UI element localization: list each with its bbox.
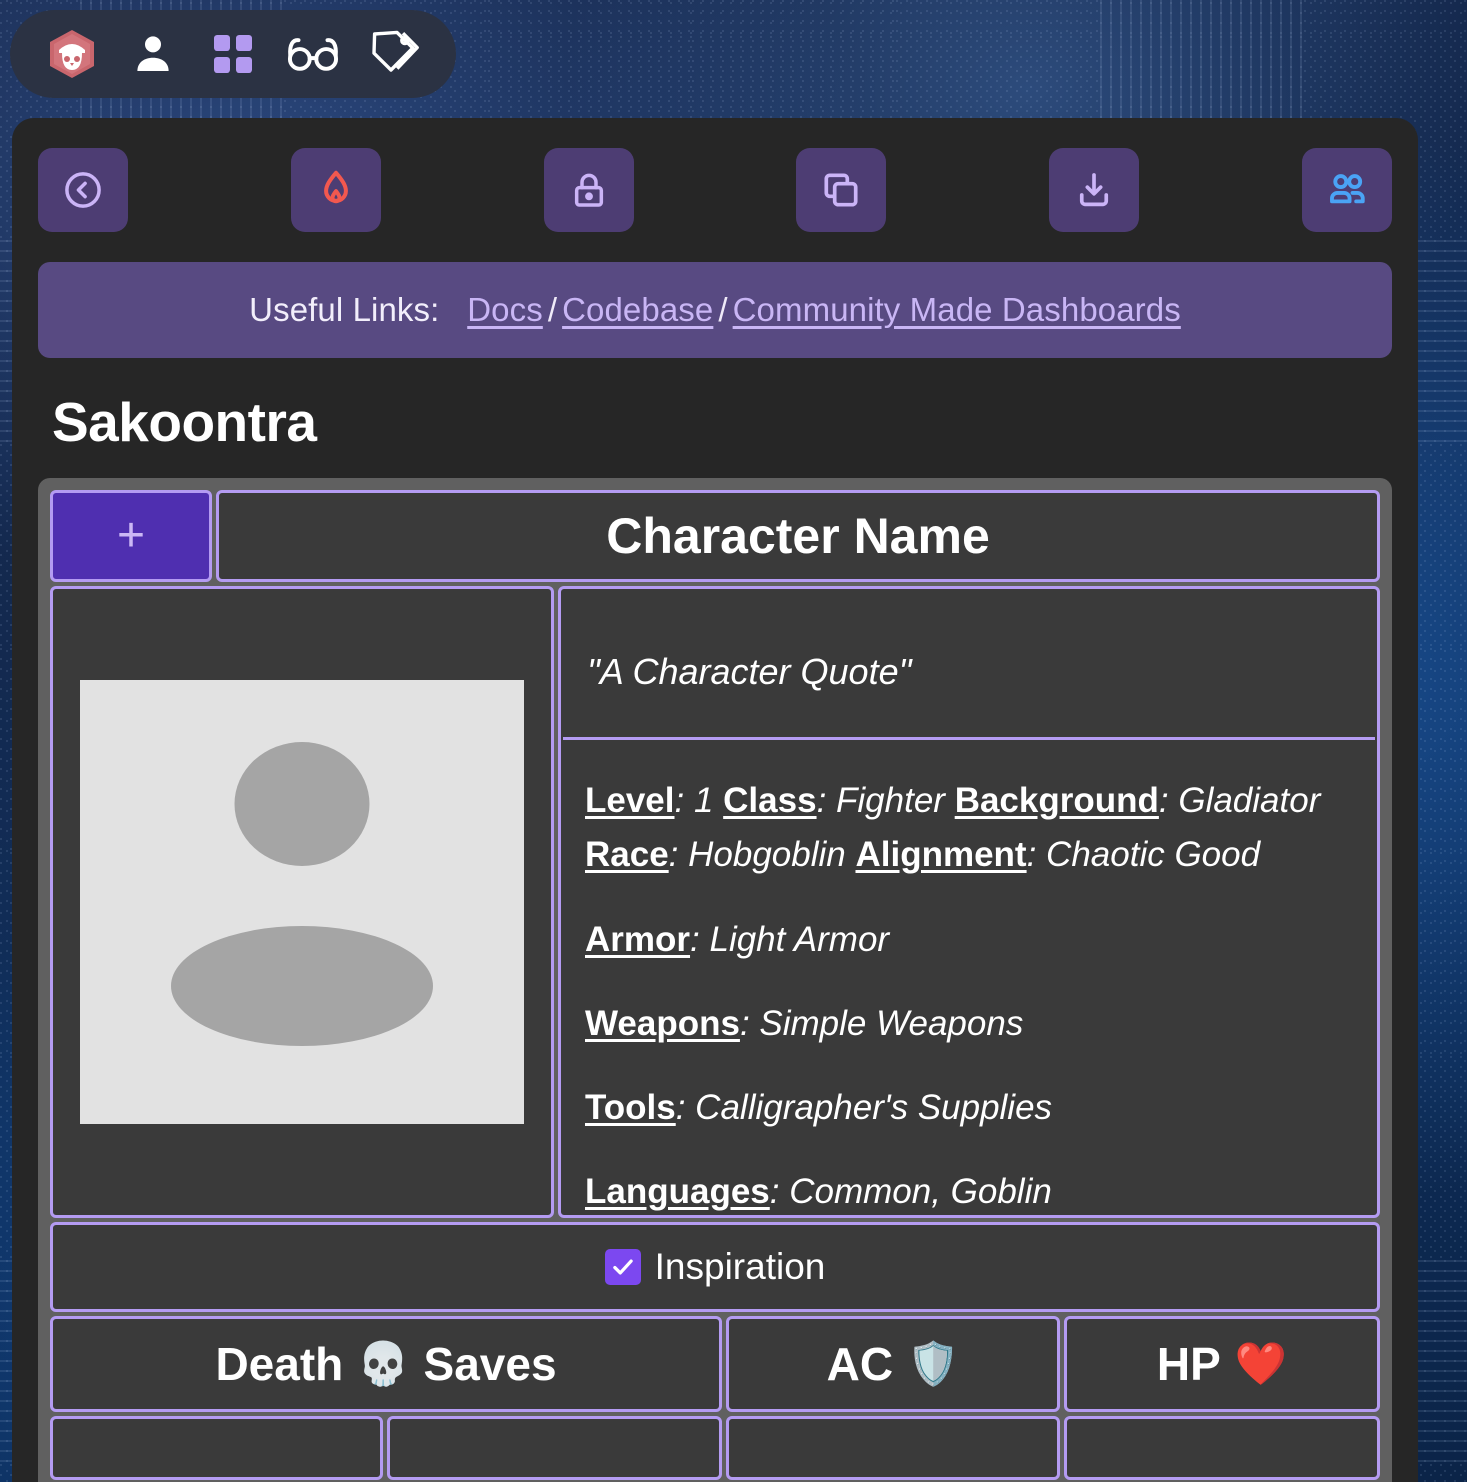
hp-value-field[interactable] xyxy=(1064,1416,1380,1480)
armor-class-header: AC 🛡️ xyxy=(726,1316,1060,1412)
stat-key: Armor xyxy=(585,919,691,959)
person-icon xyxy=(137,36,169,71)
stat-key: Background xyxy=(954,781,1159,820)
page-title: Sakoontra xyxy=(52,391,317,453)
useful-links-bar: Useful Links: Docs / Codebase / Community Ma… xyxy=(38,262,1392,358)
death-saves-header: Death 💀 Saves xyxy=(50,1316,722,1412)
useful-links-content: Useful Links: Docs / Codebase / Community Ma… xyxy=(249,291,1181,329)
inspiration-label: Inspiration xyxy=(654,1246,826,1287)
download-icon xyxy=(1080,173,1109,207)
stat-line: Weapons: Simple Weapons xyxy=(585,997,1377,1051)
stat-value: : Fighter xyxy=(816,781,945,820)
lock-button[interactable] xyxy=(543,148,634,232)
people-icon xyxy=(1330,174,1365,204)
glasses-icon xyxy=(288,38,339,71)
inspiration-checkbox[interactable] xyxy=(604,1249,641,1285)
stat-value: : Simple Weapons xyxy=(739,1003,1024,1043)
death-saves-suffix: Saves xyxy=(423,1338,557,1390)
character-details-cell: "A Character Quote" Level: 1 Class: Figh… xyxy=(558,586,1380,1218)
add-row-button[interactable]: + xyxy=(50,490,212,582)
sheet-body-row: "A Character Quote" Level: 1 Class: Figh… xyxy=(48,584,1382,1220)
sheet-header-row: + Character Name xyxy=(48,488,1382,584)
stat-line: Race: Hobgoblin Alignment: Chaotic Good xyxy=(585,828,1377,882)
stat-line: Armor: Light Armor xyxy=(585,913,1377,967)
shield-icon: 🛡️ xyxy=(907,1340,960,1387)
stat-key: Alignment xyxy=(855,835,1027,875)
heart-icon: ❤️ xyxy=(1234,1340,1288,1387)
link-community-dashboards[interactable]: Community Made Dashboards xyxy=(733,291,1181,328)
back-button[interactable] xyxy=(38,148,128,232)
nav-item-tags[interactable] xyxy=(354,18,434,90)
character-portrait-cell[interactable] xyxy=(50,586,554,1218)
death-save-failure-field[interactable] xyxy=(387,1416,722,1480)
stat-value: : Gladiator xyxy=(1158,781,1321,820)
link-separator-1: / xyxy=(547,291,558,328)
stat-line: Tools: Calligrapher's Supplies xyxy=(585,1081,1377,1135)
character-sheet-grid: + Character Name "A Character Quote" Lev… xyxy=(38,478,1392,1482)
stat-headers-row: Death 💀 Saves AC 🛡️ HP ❤️ xyxy=(48,1314,1382,1414)
fire-button[interactable] xyxy=(290,148,381,232)
app-toolbar xyxy=(12,118,1418,232)
link-docs[interactable]: Docs xyxy=(467,291,543,328)
ac-value-field[interactable] xyxy=(726,1416,1060,1480)
app-window: Useful Links: Docs / Codebase / Community Ma… xyxy=(12,118,1418,1482)
inspiration-cell: Inspiration xyxy=(50,1222,1380,1312)
inspiration-row: Inspiration xyxy=(48,1220,1382,1314)
stat-key: Class xyxy=(723,781,817,820)
stat-value: : Common, Goblin xyxy=(769,1172,1052,1212)
stat-line: Languages: Common, Goblin xyxy=(585,1165,1377,1219)
character-quote: "A Character Quote" xyxy=(563,589,1375,740)
portrait-head-shape xyxy=(234,742,370,866)
stat-key: Level xyxy=(585,781,675,820)
nav-item-view[interactable] xyxy=(273,18,353,90)
download-button[interactable] xyxy=(1049,148,1140,232)
stat-value: : Chaotic Good xyxy=(1026,835,1261,875)
community-button[interactable] xyxy=(1301,148,1392,232)
stat-key: Languages xyxy=(585,1172,770,1212)
stat-value: : Hobgoblin xyxy=(668,835,846,875)
hp-label: HP xyxy=(1156,1338,1221,1390)
link-codebase[interactable]: Codebase xyxy=(562,291,713,328)
skull-icon: 💀 xyxy=(357,1340,410,1387)
nav-item-apps[interactable] xyxy=(193,18,273,90)
stat-value: : Light Armor xyxy=(690,919,890,959)
death-saves-prefix: Death xyxy=(215,1338,344,1390)
death-save-success-field[interactable] xyxy=(50,1416,383,1480)
top-navigation-bar xyxy=(10,10,456,98)
lock-icon xyxy=(574,173,603,207)
grid-apps-icon xyxy=(214,35,253,73)
stat-line: Level: 1 Class: Fighter Background: Glad… xyxy=(585,774,1377,828)
stat-key: Tools xyxy=(585,1088,676,1127)
useful-links-label: Useful Links: xyxy=(249,291,440,328)
portrait-body-shape xyxy=(171,926,433,1046)
nav-item-logo[interactable] xyxy=(32,18,112,90)
nav-item-profile[interactable] xyxy=(112,18,192,90)
check-icon xyxy=(612,1259,633,1275)
copy-icon xyxy=(824,173,858,207)
ac-label: AC xyxy=(826,1338,894,1390)
copy-button[interactable] xyxy=(796,148,887,232)
character-name-header: Character Name xyxy=(216,490,1380,582)
stat-values-row-truncated xyxy=(48,1414,1382,1482)
stat-value: : Calligrapher's Supplies xyxy=(675,1088,1053,1127)
tag-icon xyxy=(372,30,419,72)
portrait-placeholder-image xyxy=(80,680,524,1124)
back-circle-icon xyxy=(65,172,101,208)
character-stats-list: Level: 1 Class: Fighter Background: Glad… xyxy=(561,740,1377,1220)
hexagon-face-logo-icon xyxy=(50,30,95,78)
hit-points-header: HP ❤️ xyxy=(1064,1316,1380,1412)
link-separator-2: / xyxy=(718,291,728,328)
stat-key: Race xyxy=(585,835,669,875)
stat-key: Weapons xyxy=(585,1003,740,1043)
stat-value: : 1 xyxy=(674,781,714,820)
flame-icon xyxy=(323,170,348,204)
